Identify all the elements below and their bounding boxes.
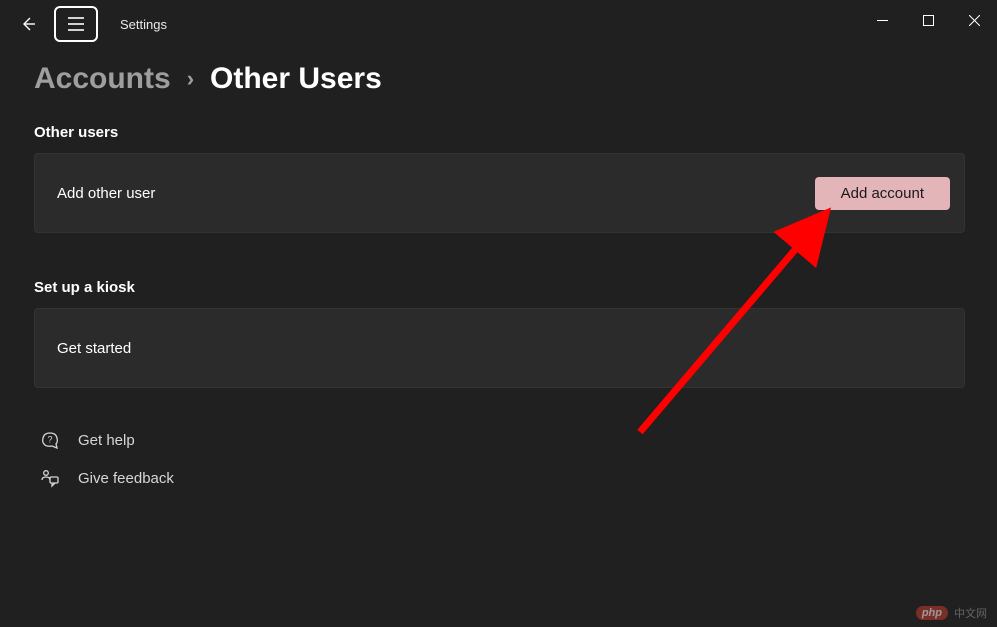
help-links: ? Get help Give feedback [34, 430, 965, 488]
window-controls [859, 0, 997, 40]
kiosk-get-started-row[interactable]: Get started [34, 308, 965, 388]
kiosk-get-started-label: Get started [57, 340, 131, 357]
feedback-icon [40, 468, 60, 488]
watermark-text: 中文网 [954, 605, 987, 621]
close-button[interactable] [951, 0, 997, 40]
hamburger-icon [67, 17, 85, 31]
add-account-button[interactable]: Add account [815, 177, 950, 210]
svg-text:?: ? [47, 435, 52, 445]
add-other-user-row: Add other user Add account [34, 153, 965, 233]
give-feedback-link[interactable]: Give feedback [40, 468, 965, 488]
close-icon [969, 15, 980, 26]
give-feedback-label: Give feedback [78, 470, 174, 487]
back-button[interactable] [8, 4, 48, 44]
section-heading-kiosk: Set up a kiosk [34, 279, 965, 296]
breadcrumb-current: Other Users [210, 62, 382, 96]
add-other-user-label: Add other user [57, 185, 155, 202]
app-title: Settings [120, 17, 167, 32]
get-help-link[interactable]: ? Get help [40, 430, 965, 450]
maximize-icon [923, 15, 934, 26]
watermark-logo: php [916, 606, 948, 620]
watermark: php 中文网 [916, 605, 987, 621]
titlebar: Settings [0, 0, 997, 48]
nav-menu-button[interactable] [54, 6, 98, 42]
help-icon: ? [40, 430, 60, 450]
breadcrumb-parent[interactable]: Accounts [34, 62, 171, 96]
minimize-icon [877, 15, 888, 26]
get-help-label: Get help [78, 432, 135, 449]
maximize-button[interactable] [905, 0, 951, 40]
breadcrumb: Accounts › Other Users [34, 62, 965, 96]
arrow-left-icon [20, 16, 36, 32]
chevron-right-icon: › [187, 66, 194, 92]
minimize-button[interactable] [859, 0, 905, 40]
section-heading-other-users: Other users [34, 124, 965, 141]
content-area: Accounts › Other Users Other users Add o… [0, 48, 997, 488]
